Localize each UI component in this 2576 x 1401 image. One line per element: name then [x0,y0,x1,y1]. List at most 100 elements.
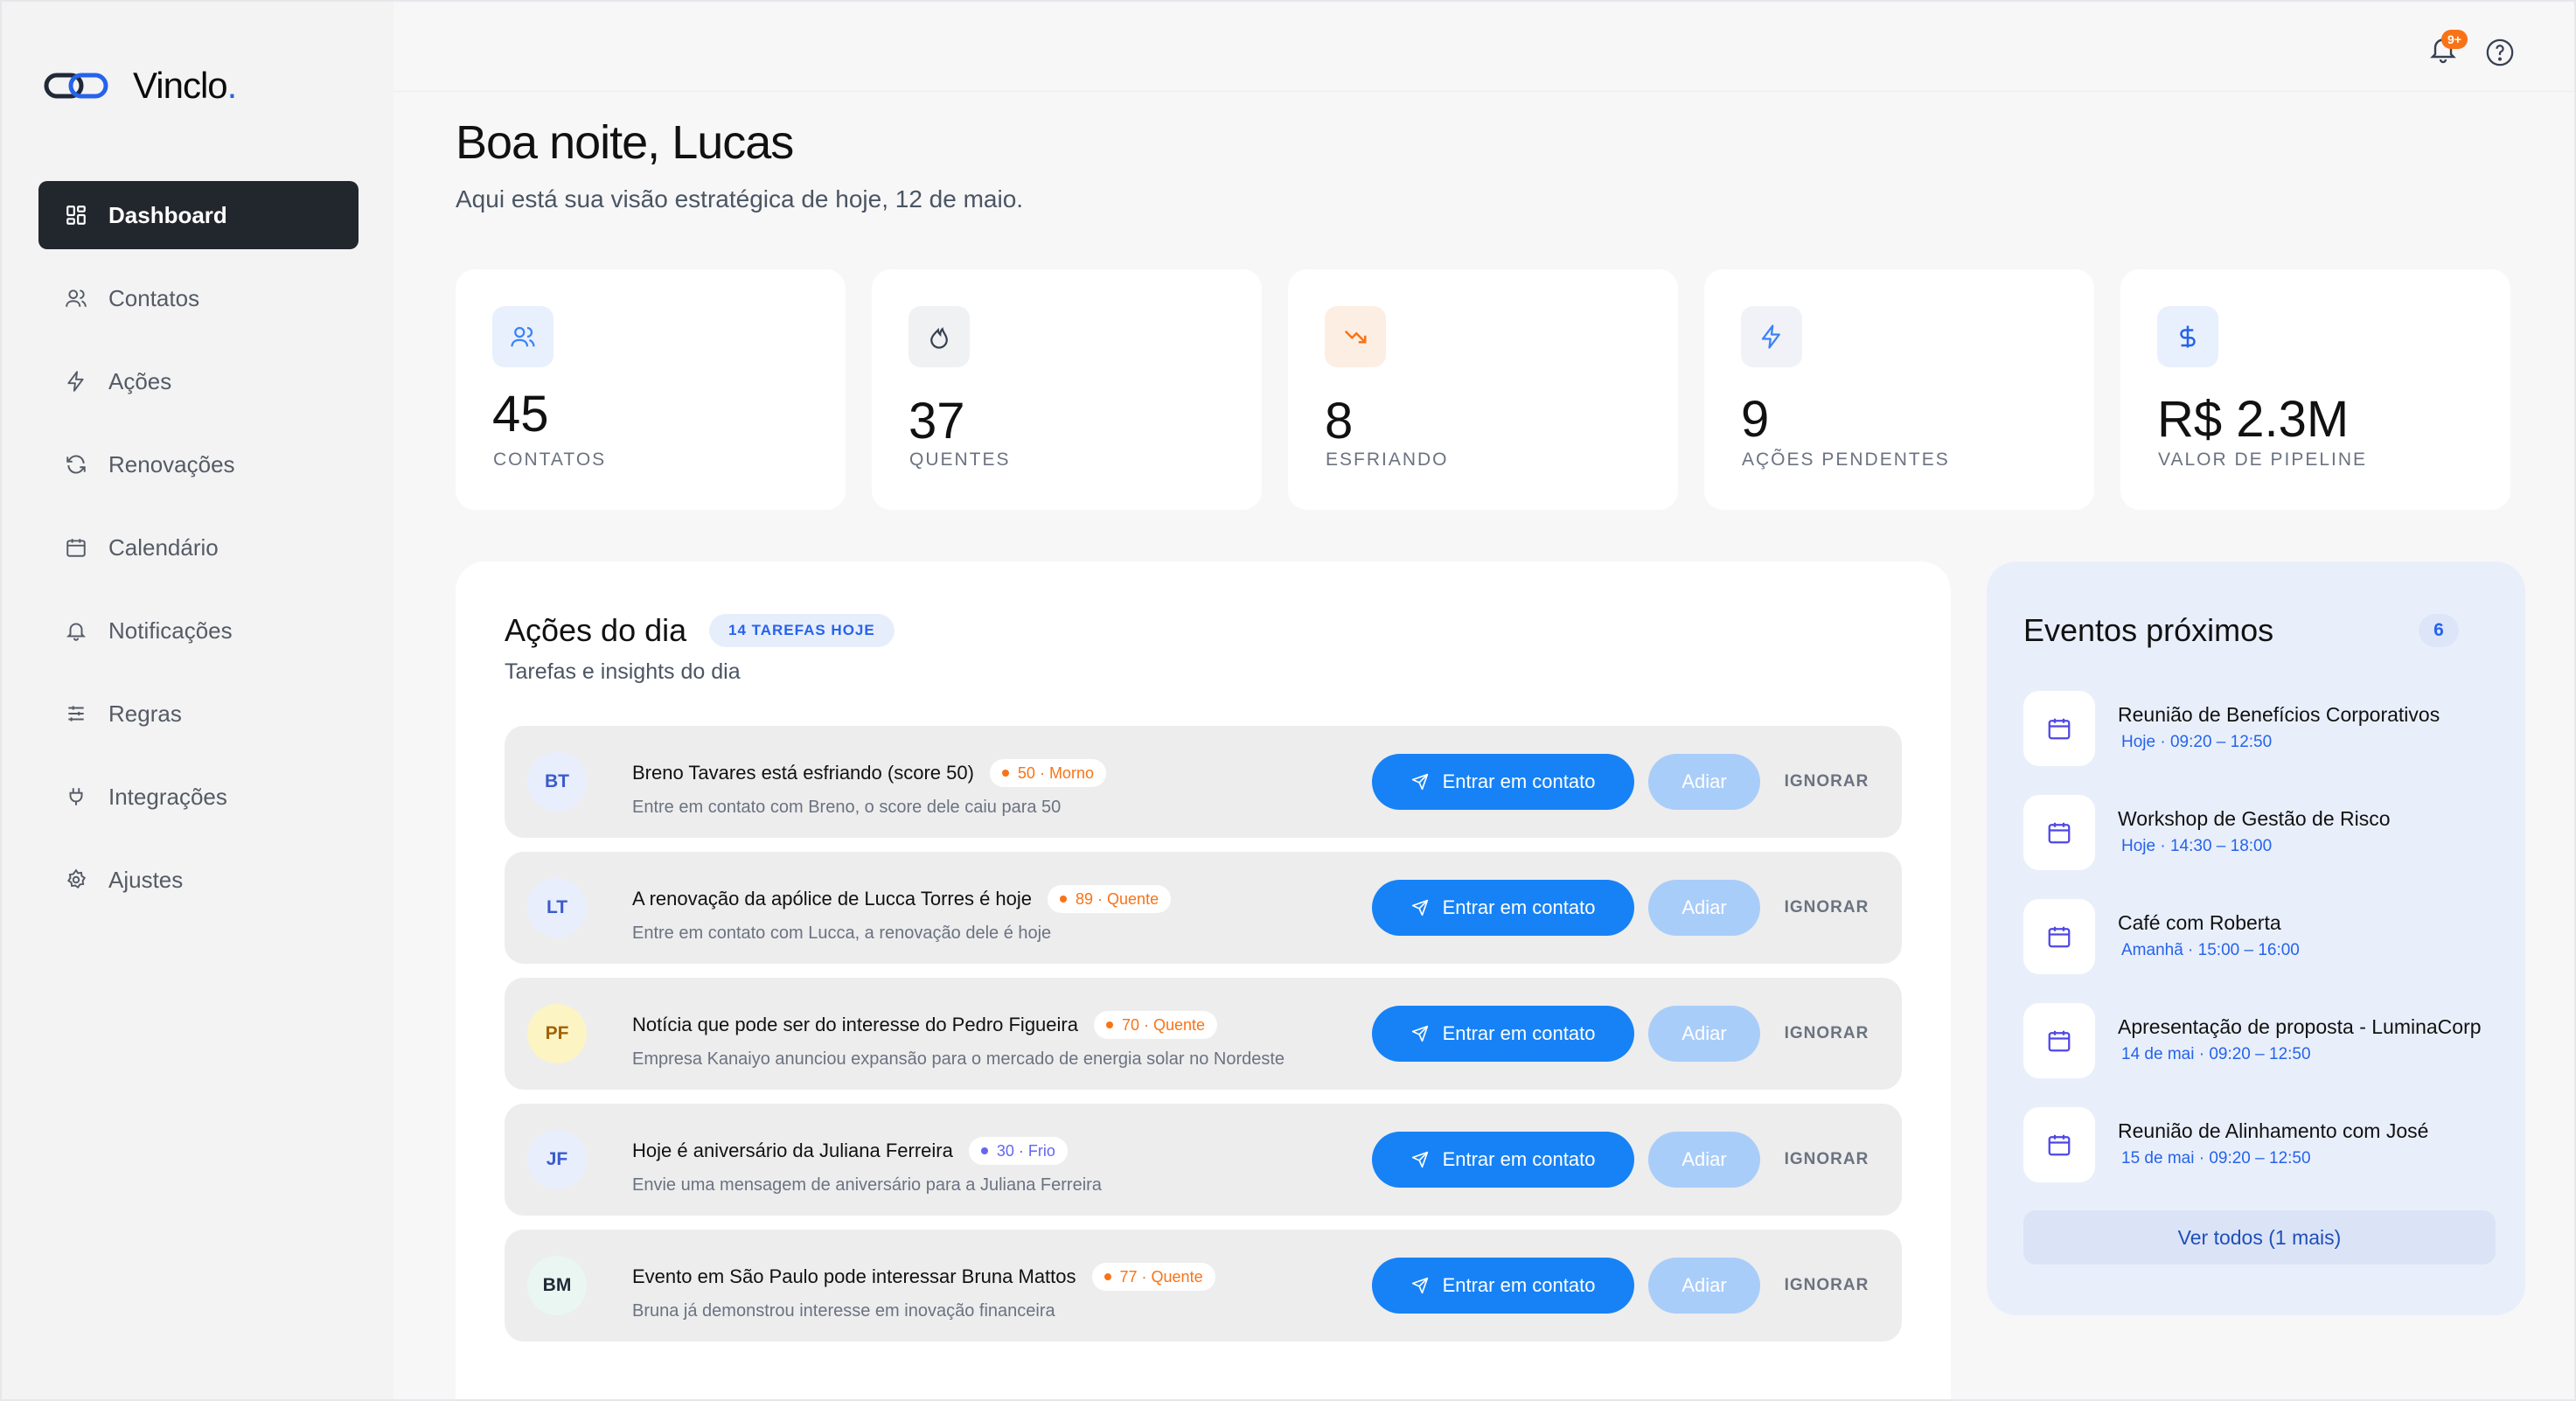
action-description: Entre em contato com Lucca, a renovação … [632,924,1052,943]
action-description: Entre em contato com Breno, o score dele… [632,798,1062,817]
event-item[interactable]: Apresentação de proposta - LuminaCorp 14… [2023,1003,2496,1078]
event-name: Café com Roberta [2118,911,2281,934]
action-title: Notícia que pode ser do interesse do Ped… [632,1014,1078,1035]
brand-logo[interactable]: Vinclo. [44,65,237,107]
sidebar-item-label: Contatos [108,284,200,311]
event-time: Hoje · 09:20 – 12:50 [2121,733,2273,751]
send-icon [1411,773,1429,791]
stat-card-esfriando[interactable]: 8 ESFRIANDO [1288,269,1678,510]
postpone-button[interactable]: Adiar [1648,1258,1760,1314]
stat-card-acoes-pendentes[interactable]: 9 AÇÕES PENDENTES [1704,269,2094,510]
send-icon [1411,899,1429,917]
sidebar-item-label: Dashboard [108,201,227,228]
calendar-icon [2023,1107,2095,1182]
send-icon [1411,1277,1429,1294]
event-time: Hoje · 14:30 – 18:00 [2121,837,2273,855]
tasks-today-badge: 14 TAREFAS HOJE [709,614,895,647]
flame-icon [909,306,970,367]
event-item[interactable]: Reunião de Benefícios Corporativos Hoje … [2023,691,2496,766]
send-icon [1411,1025,1429,1042]
page-title: Boa noite, Lucas [456,116,794,169]
sidebar-item-calendario[interactable]: Calendário [38,513,359,582]
score-chip: 77 · Quente [1091,1263,1215,1291]
event-name: Workshop de Gestão de Risco [2118,807,2391,830]
sidebar-item-label: Renovações [108,450,235,477]
ignore-button[interactable]: IGNORAR [1783,880,1870,936]
event-item[interactable]: Reunião de Alinhamento com José 15 de ma… [2023,1107,2496,1182]
bell-icon [63,617,89,644]
score-chip-label: 50 · Morno [1017,763,1094,782]
main-content: 9+ Boa noite, Lucas Aqui está sua visão … [393,0,2576,1401]
stat-label: ESFRIANDO [1326,450,1449,470]
bolt-icon [1741,306,1802,367]
sidebar: Vinclo. Dashboard Contatos Ações Renovaç… [0,0,393,1401]
stat-card-quentes[interactable]: 37 QUENTES [872,269,1262,510]
postpone-button[interactable]: Adiar [1648,880,1760,936]
page-subtitle: Aqui está sua visão estratégica de hoje,… [456,185,1024,213]
event-item[interactable]: Workshop de Gestão de Risco Hoje · 14:30… [2023,795,2496,870]
stats-row: 45 CONTATOS 37 QUENTES 8 ESFRIANDO 9 AÇÕ… [456,269,2510,510]
stat-card-contatos[interactable]: 45 CONTATOS [456,269,846,510]
contact-button[interactable]: Entrar em contato [1372,1258,1634,1314]
avatar: PF [527,1004,587,1063]
stat-label: VALOR DE PIPELINE [2158,450,2368,470]
event-name: Apresentação de proposta - LuminaCorp [2118,1015,2482,1038]
score-chip: 89 · Quente [1048,885,1172,913]
dashboard-icon [63,202,89,228]
sidebar-item-dashboard[interactable]: Dashboard [38,181,359,249]
action-title-line: Evento em São Paulo pode interessar Brun… [632,1263,1215,1291]
contact-button[interactable]: Entrar em contato [1372,1132,1634,1188]
actions-panel: Ações do dia 14 TAREFAS HOJE Tarefas e i… [456,561,1951,1401]
view-all-events-button[interactable]: Ver todos (1 mais) [2023,1210,2496,1265]
stat-card-pipeline[interactable]: R$ 2.3M VALOR DE PIPELINE [2120,269,2510,510]
contact-button[interactable]: Entrar em contato [1372,1006,1634,1062]
sidebar-nav: Dashboard Contatos Ações Renovações Cale… [38,181,359,929]
sidebar-item-integracoes[interactable]: Integrações [38,763,359,831]
ignore-button[interactable]: IGNORAR [1783,754,1870,810]
dollar-icon [2157,306,2218,367]
ignore-button[interactable]: IGNORAR [1783,1258,1870,1314]
event-item[interactable]: Café com Roberta Amanhã · 15:00 – 16:00 [2023,899,2496,974]
postpone-button[interactable]: Adiar [1648,754,1760,810]
sidebar-item-label: Ajustes [108,866,184,893]
gear-icon [63,867,89,893]
stat-label: AÇÕES PENDENTES [1742,450,1950,470]
sidebar-item-regras[interactable]: Regras [38,680,359,748]
action-title: A renovação da apólice de Lucca Torres é… [632,888,1033,910]
avatar: JF [527,1130,587,1189]
contact-button[interactable]: Entrar em contato [1372,754,1634,810]
action-title: Hoje é aniversário da Juliana Ferreira [632,1140,953,1161]
actions-subtitle: Tarefas e insights do dia [505,659,741,684]
action-title: Breno Tavares está esfriando (score 50) [632,762,974,784]
postpone-button[interactable]: Adiar [1648,1006,1760,1062]
sidebar-item-acoes[interactable]: Ações [38,347,359,415]
sidebar-item-label: Notificações [108,617,233,644]
sidebar-item-notificacoes[interactable]: Notificações [38,596,359,665]
score-chip: 30 · Frio [968,1137,1068,1165]
sidebar-item-renovacoes[interactable]: Renovações [38,430,359,498]
bolt-icon [63,368,89,394]
calendar-icon [2023,899,2095,974]
avatar: BT [527,752,587,812]
sidebar-item-contatos[interactable]: Contatos [38,264,359,332]
calendar-icon [2023,1003,2095,1078]
score-dot [980,1147,988,1154]
ignore-button[interactable]: IGNORAR [1783,1132,1870,1188]
score-dot [1105,1021,1113,1028]
score-dot [1060,896,1068,903]
actions-list: BT Breno Tavares está esfriando (score 5… [505,726,1902,1356]
sidebar-item-ajustes[interactable]: Ajustes [38,846,359,914]
send-icon [1411,1151,1429,1168]
postpone-button[interactable]: Adiar [1648,1132,1760,1188]
contact-button[interactable]: Entrar em contato [1372,880,1634,936]
ignore-button[interactable]: IGNORAR [1783,1006,1870,1062]
notifications-badge: 9+ [2441,30,2468,49]
stat-value: 37 [909,393,965,450]
action-description: Empresa Kanaiyo anunciou expansão para o… [632,1049,1285,1069]
users-icon [63,285,89,311]
events-panel: Eventos próximos 6 Reunião de Benefícios… [1987,561,2525,1315]
help-button[interactable] [2485,38,2515,67]
calendar-icon [2023,795,2095,870]
action-row: BT Breno Tavares está esfriando (score 5… [505,726,1902,838]
stat-value: 9 [1741,391,1770,448]
